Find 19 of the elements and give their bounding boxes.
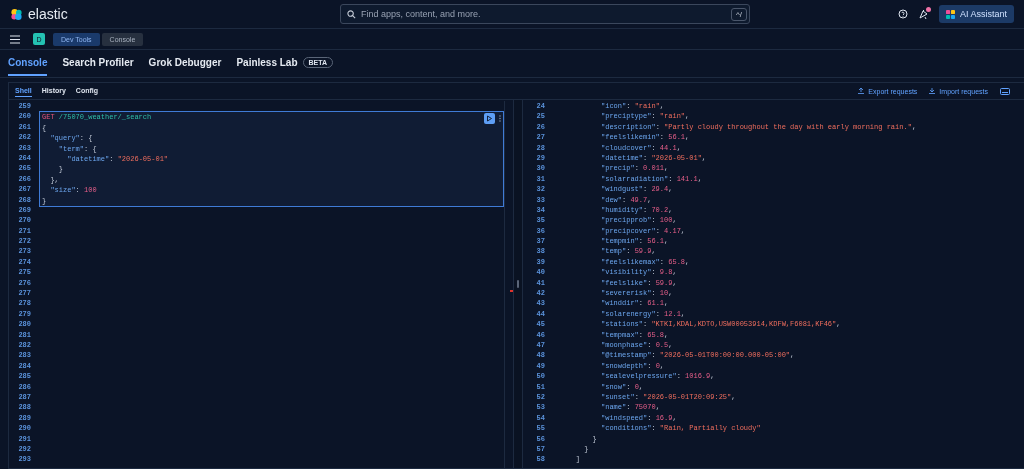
help-icon[interactable] bbox=[897, 9, 908, 19]
search-bar[interactable]: Find apps, content, and more. ^/ bbox=[340, 4, 750, 24]
search-icon bbox=[347, 9, 356, 19]
shortcut-hint: ^/ bbox=[731, 7, 747, 21]
notifications-icon[interactable] bbox=[917, 8, 929, 20]
download-icon bbox=[929, 88, 936, 94]
logo-icon bbox=[10, 7, 23, 21]
error-marker bbox=[510, 290, 513, 292]
search-input[interactable]: Find apps, content, and more. bbox=[361, 9, 726, 19]
tab[interactable]: Search Profiler bbox=[62, 51, 134, 76]
tab[interactable]: Grok Debugger bbox=[148, 51, 222, 76]
tab[interactable]: Console bbox=[8, 51, 48, 76]
logo-text: elastic bbox=[28, 6, 68, 22]
resize-handle[interactable] bbox=[517, 280, 519, 288]
upload-icon bbox=[858, 88, 865, 94]
run-button[interactable] bbox=[484, 113, 495, 125]
keyboard-icon[interactable] bbox=[1000, 87, 1010, 95]
ai-assistant-button[interactable]: AI Assistant bbox=[938, 5, 1014, 23]
menu-icon[interactable] bbox=[10, 34, 20, 44]
